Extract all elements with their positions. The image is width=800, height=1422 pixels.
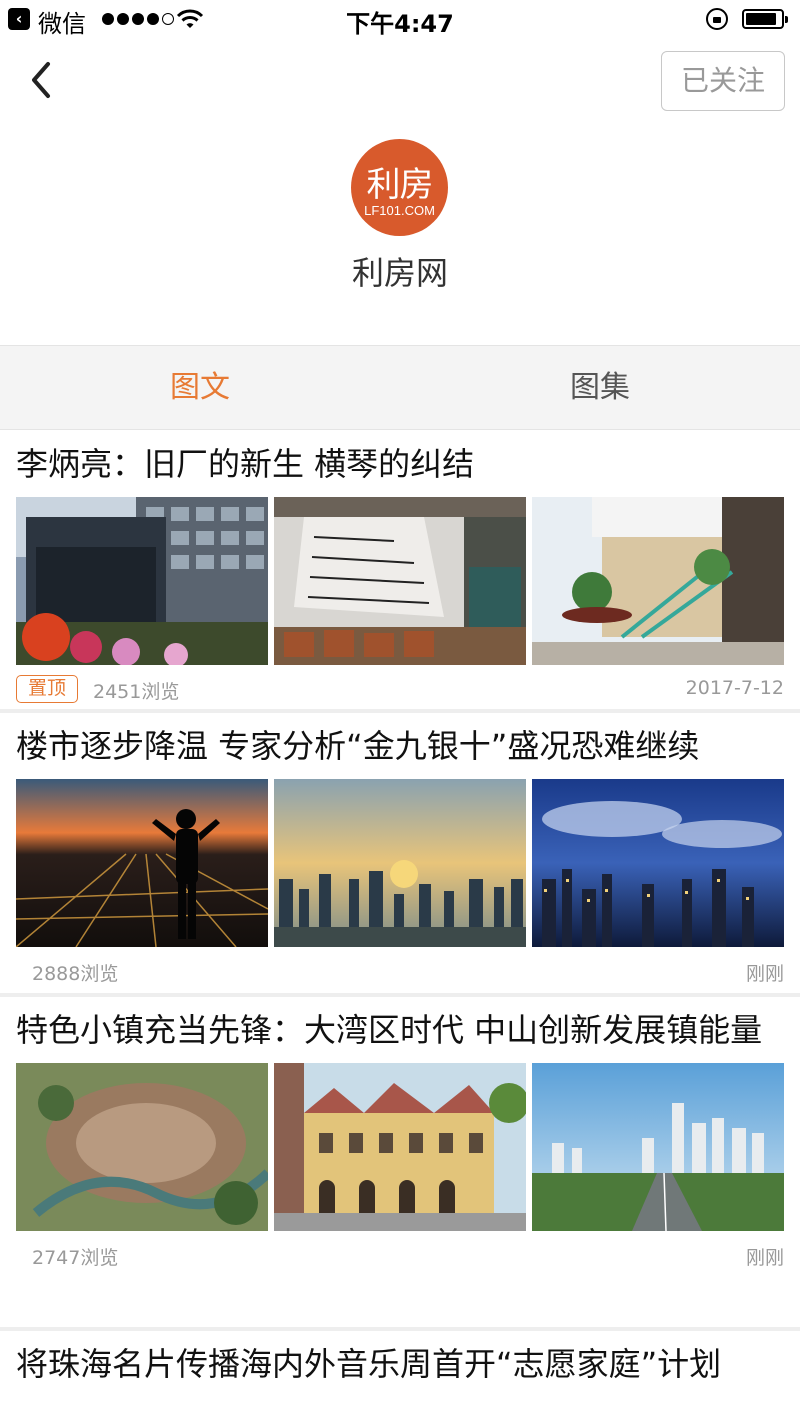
account-name: 利房网	[351, 254, 448, 292]
thumbnail-image	[274, 1063, 526, 1231]
article-title: 楼市逐步降温 专家分析“金九银十”盛况恐难继续	[16, 727, 700, 765]
article-thumbnails	[0, 779, 800, 947]
content-tabs: 图文 图集	[0, 345, 800, 430]
article-meta: 2888浏览 刚刚	[0, 947, 800, 993]
account-logo: 利房 LF101.COM	[351, 139, 448, 236]
article-feed: 李炳亮：旧厂的新生 横琴的纠结 置顶 2451浏览 2017-7-12 楼市逐步…	[0, 431, 800, 1422]
pinned-badge: 置顶	[16, 675, 78, 703]
article-item[interactable]: 楼市逐步降温 专家分析“金九银十”盛况恐难继续 2888浏览 刚刚	[0, 713, 800, 997]
thumbnail-image	[532, 497, 784, 665]
thumbnail-image	[274, 497, 526, 665]
thumbnail-image	[532, 1063, 784, 1231]
tab-galleries[interactable]: 图集	[400, 346, 800, 429]
article-title: 李炳亮：旧厂的新生 横琴的纠结	[16, 445, 475, 483]
publish-date: 2017-7-12	[685, 677, 784, 699]
back-icon[interactable]	[26, 60, 56, 100]
article-item[interactable]: 李炳亮：旧厂的新生 横琴的纠结 置顶 2451浏览 2017-7-12	[0, 431, 800, 713]
thumbnail-image	[532, 779, 784, 947]
view-count: 2888浏览	[32, 963, 119, 985]
article-item[interactable]: 将珠海名片传播海内外音乐周首开“志愿家庭”计划	[0, 1331, 800, 1422]
thumbnail-image	[274, 779, 526, 947]
status-bar: ‹ 微信 下午4:47	[0, 0, 800, 40]
publish-date: 刚刚	[745, 1247, 784, 1269]
orientation-lock-icon	[706, 8, 728, 30]
status-time: 下午4:47	[346, 10, 454, 38]
view-count: 2747浏览	[32, 1247, 119, 1269]
thumbnail-image	[16, 779, 268, 947]
tab-articles[interactable]: 图文	[0, 346, 400, 429]
article-meta: 置顶 2451浏览 2017-7-12	[0, 665, 800, 711]
article-meta: 2747浏览 刚刚	[0, 1231, 800, 1277]
followed-button[interactable]: 已关注	[661, 51, 785, 111]
thumbnail-image	[16, 497, 268, 665]
article-title: 特色小镇充当先锋：大湾区时代 中山创新发展镇能量	[16, 1011, 763, 1049]
article-thumbnails	[0, 497, 800, 665]
view-count: 2451浏览	[93, 681, 180, 703]
article-thumbnails	[0, 1063, 800, 1231]
article-title: 将珠海名片传播海内外音乐周首开“志愿家庭”计划	[16, 1345, 722, 1383]
thumbnail-image	[16, 1063, 268, 1231]
battery-icon	[742, 9, 788, 29]
publish-date: 刚刚	[745, 963, 784, 985]
article-item[interactable]: 特色小镇充当先锋：大湾区时代 中山创新发展镇能量 2747浏览 刚刚	[0, 997, 800, 1331]
